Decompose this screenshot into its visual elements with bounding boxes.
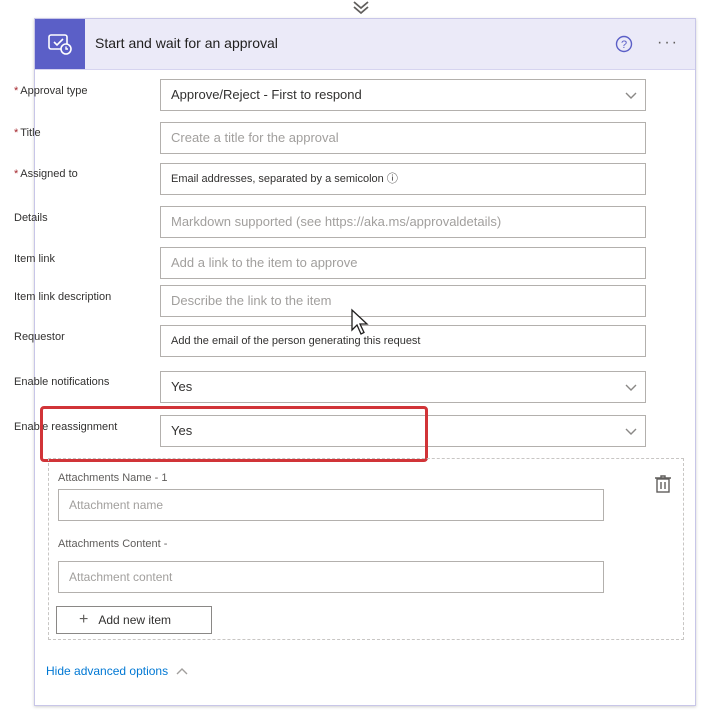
field-label: * Approval type: [14, 85, 88, 97]
field-label-text: Item link: [14, 253, 55, 265]
field-input[interactable]: Markdown supported (see https://aka.ms/a…: [160, 206, 646, 238]
field-value: Approve/Reject - First to respond: [171, 87, 362, 102]
field-label: * Assigned to: [14, 168, 78, 180]
field-dropdown[interactable]: Yes: [160, 371, 646, 403]
attachment-name-input[interactable]: Attachment name: [58, 489, 604, 521]
field-label: Item link: [14, 253, 55, 265]
hide-advanced-options-label: Hide advanced options: [46, 664, 169, 678]
chevron-up-icon: [176, 668, 188, 675]
attachment-content-label: Attachments Content -: [58, 538, 168, 550]
field-label-text: Item link description: [14, 291, 112, 303]
approval-icon: [35, 19, 85, 69]
field-label: Item link description: [14, 291, 111, 303]
card-title: Start and wait for an approval: [95, 35, 278, 51]
field-label: Enable notifications: [14, 376, 109, 388]
field-input[interactable]: Describe the link to the item: [160, 285, 646, 317]
field-input[interactable]: Email addresses, separated by a semicolo…: [160, 163, 646, 195]
field-input[interactable]: Add a link to the item to approve: [160, 247, 646, 279]
svg-text:?: ?: [621, 39, 627, 51]
attachment-content-input[interactable]: Attachment content: [58, 561, 604, 593]
chevron-down-icon: [353, 1, 369, 15]
field-input[interactable]: Add the email of the person generating t…: [160, 325, 646, 357]
field-label-text: Title: [20, 127, 41, 139]
field-value: Yes: [171, 379, 193, 394]
add-new-item-label: Add new item: [98, 613, 172, 627]
required-marker: *: [14, 85, 19, 97]
attachment-name-label: Attachments Name - 1: [58, 472, 168, 484]
plus-icon: +: [79, 611, 89, 628]
chevron-down-icon: [625, 92, 637, 99]
field-input[interactable]: Create a title for the approval: [160, 122, 646, 154]
mouse-pointer-icon: [351, 308, 369, 335]
field-label: * Title: [14, 127, 41, 139]
more-options-icon[interactable]: ···: [657, 34, 679, 52]
hide-advanced-options-link[interactable]: Hide advanced options: [46, 664, 188, 678]
add-new-item-button[interactable]: + Add new item: [56, 606, 212, 634]
field-value: Add the email of the person generating t…: [171, 335, 421, 347]
field-value: Email addresses, separated by a semicolo…: [171, 173, 398, 185]
field-label: Details: [14, 212, 48, 224]
card-header[interactable]: Start and wait for an approval ? ···: [35, 19, 695, 70]
chevron-down-icon: [625, 384, 637, 391]
required-marker: *: [14, 127, 19, 139]
help-icon[interactable]: ?: [615, 35, 633, 53]
chevron-down-icon: [625, 428, 637, 435]
field-label-text: Approval type: [20, 85, 88, 97]
field-value: Markdown supported (see https://aka.ms/a…: [171, 214, 502, 229]
field-label-text: Details: [14, 212, 48, 224]
field-label-text: Enable notifications: [14, 376, 110, 388]
highlight-box: [40, 406, 428, 462]
field-label-text: Requestor: [14, 331, 65, 343]
field-dropdown[interactable]: Approve/Reject - First to respond: [160, 79, 646, 111]
field-value: Describe the link to the item: [171, 293, 332, 308]
field-label-text: Assigned to: [20, 168, 78, 180]
field-value: Create a title for the approval: [171, 130, 339, 145]
field-value: Add a link to the item to approve: [171, 255, 358, 270]
field-label: Requestor: [14, 331, 65, 343]
trash-icon[interactable]: [654, 474, 672, 494]
required-marker: *: [14, 168, 19, 180]
